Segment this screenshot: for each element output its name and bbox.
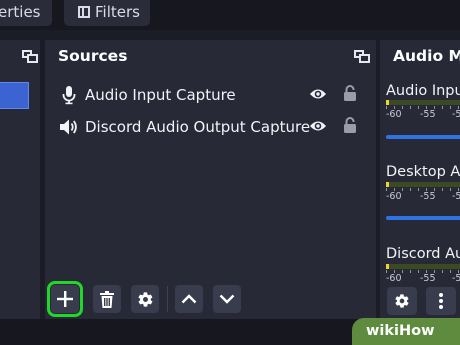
microphone-icon — [62, 86, 76, 105]
mixer-channel-name: Desktop Au — [386, 164, 460, 180]
volume-slider[interactable] — [386, 135, 460, 139]
filter-icon — [78, 6, 90, 18]
gear-icon — [395, 294, 409, 308]
mixer-channel-name: Audio Input — [386, 83, 460, 99]
add-icon — [57, 291, 73, 307]
more-vertical-icon — [439, 293, 443, 309]
scale-label: -60 — [386, 191, 402, 202]
tab-filters-label: Filters — [95, 3, 140, 21]
volume-slider[interactable] — [386, 216, 460, 220]
remove-source-button[interactable] — [93, 285, 121, 313]
eye-icon[interactable] — [309, 87, 327, 101]
mixer-channel-name: Discord Au — [386, 246, 460, 262]
source-label: Audio Input Capture — [85, 86, 236, 104]
audio-mixer-dock: Audio Mi Audio Input -60 -55 -5 Desktop … — [380, 40, 460, 319]
scale-label: -5 — [452, 109, 460, 120]
source-item-audio-input[interactable]: Audio Input Capture — [57, 81, 367, 109]
lock-icon[interactable] — [343, 84, 357, 102]
lock-icon[interactable] — [343, 116, 357, 134]
watermark-prefix: wiki — [366, 323, 399, 339]
wikihow-watermark: wikiHow — [352, 318, 460, 345]
scale-label: -55 — [420, 191, 436, 202]
source-label: Discord Audio Output Capture — [85, 118, 311, 136]
move-source-up-button[interactable] — [175, 285, 203, 313]
scale-label: -55 — [420, 273, 436, 284]
scale-label: -5 — [452, 191, 460, 202]
add-source-button[interactable] — [47, 281, 83, 317]
undock-icon[interactable] — [22, 50, 38, 63]
gear-icon — [138, 291, 152, 307]
scale-label: -5 — [452, 273, 460, 284]
watermark-suffix: How — [398, 323, 435, 339]
audio-mixer-title: Audio Mi — [393, 47, 460, 65]
eye-icon[interactable] — [309, 119, 327, 133]
audio-mixer-header: Audio Mi — [380, 40, 460, 72]
tab-properties[interactable]: erties — [0, 0, 52, 26]
tab-filters[interactable]: Filters — [64, 0, 150, 26]
source-item-discord-audio[interactable]: Discord Audio Output Capture — [57, 113, 367, 141]
scale-label: -55 — [420, 109, 436, 120]
sources-dock: Sources Audio Input Capture Discord Audi… — [45, 40, 376, 319]
scenes-dock — [0, 40, 40, 319]
chevron-up-icon — [181, 294, 197, 304]
volume-meter — [386, 264, 460, 269]
scale-label: -60 — [386, 273, 402, 284]
sources-title: Sources — [58, 47, 128, 65]
move-source-down-button[interactable] — [213, 285, 241, 313]
chevron-down-icon — [219, 294, 235, 304]
undock-icon[interactable] — [354, 50, 370, 63]
sources-header: Sources — [45, 40, 376, 72]
volume-meter — [386, 182, 460, 187]
mixer-menu-button[interactable] — [426, 287, 456, 315]
speaker-icon — [60, 119, 77, 135]
scale-label: -60 — [386, 109, 402, 120]
tab-properties-label: erties — [0, 3, 41, 21]
source-properties-button[interactable] — [131, 285, 159, 313]
trash-icon — [100, 290, 114, 308]
selected-scene-item[interactable] — [0, 82, 29, 109]
toolbar-divider — [167, 286, 168, 312]
mixer-settings-button[interactable] — [387, 287, 417, 315]
top-toolbar: erties Filters — [0, 0, 460, 30]
volume-meter — [386, 100, 460, 105]
